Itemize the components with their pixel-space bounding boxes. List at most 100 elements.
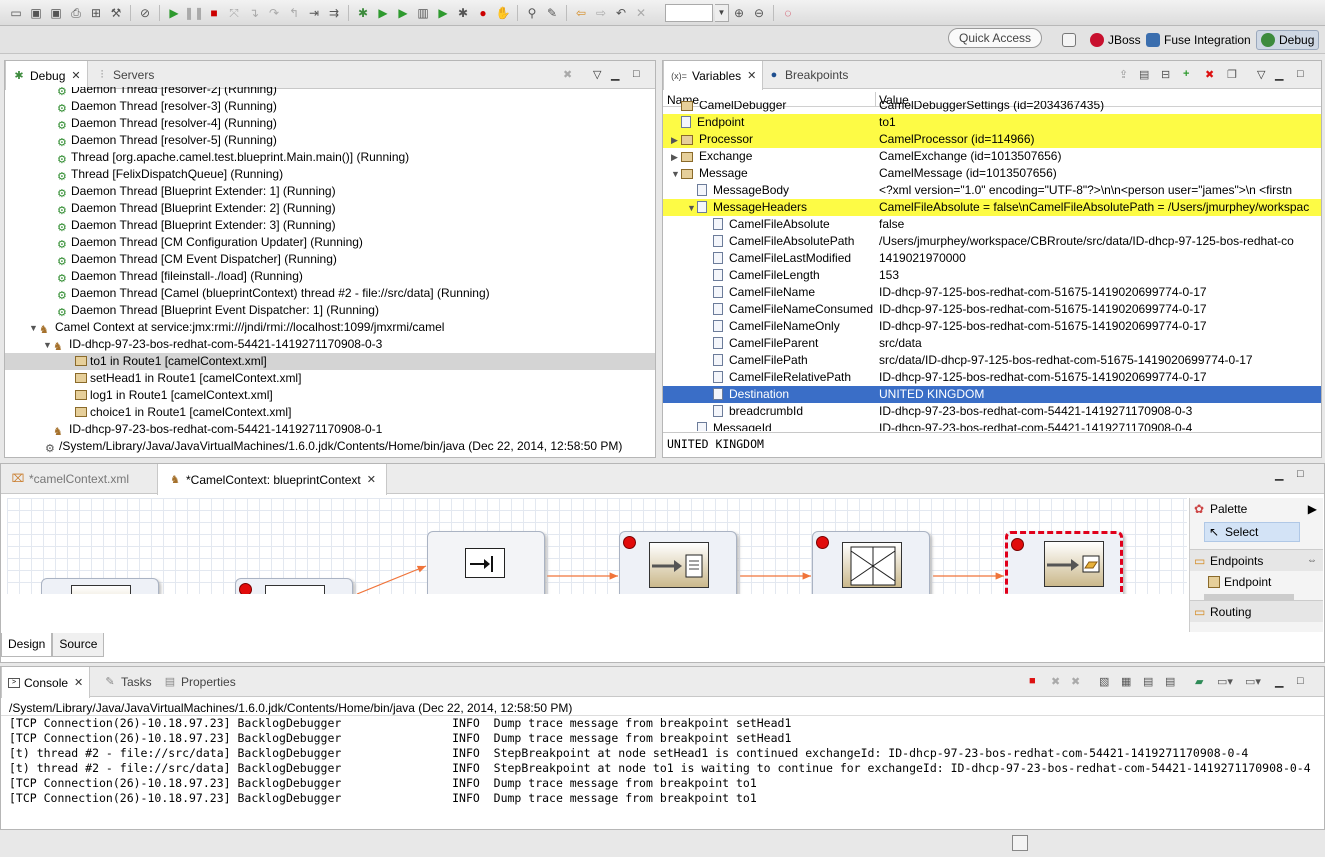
save-icon[interactable]: ▣ xyxy=(28,5,44,21)
show-logical-structure-icon[interactable]: ▤ xyxy=(1139,68,1149,81)
open-console-icon[interactable]: ▭▾ xyxy=(1245,675,1261,688)
search-icon[interactable]: ⚲ xyxy=(524,5,540,21)
add-icon[interactable]: + xyxy=(1183,68,1189,80)
maximize-icon[interactable]: □ xyxy=(633,68,640,80)
step-over-icon[interactable]: ↷ xyxy=(266,5,282,21)
back-icon[interactable]: ⇦ xyxy=(573,5,589,21)
run-server-icon[interactable]: ▶ xyxy=(435,5,451,21)
palette-header[interactable]: ✿ Palette ▶ xyxy=(1190,498,1323,520)
breakpoint-icon[interactable] xyxy=(239,583,252,594)
thread-item[interactable]: ⚙ Thread [org.apache.camel.test.blueprint… xyxy=(5,149,655,166)
close-icon[interactable]: ✕ xyxy=(74,676,83,689)
variable-row[interactable]: CamelFileAbsolute false xyxy=(663,216,1321,233)
pin-icon[interactable]: ✕ xyxy=(633,5,649,21)
minimize-icon[interactable]: ▁ xyxy=(1275,68,1283,81)
thread-item[interactable]: ⚙ Daemon Thread [Blueprint Extender: 3] (… xyxy=(5,217,655,234)
terminate-icon[interactable]: ■ xyxy=(206,5,222,21)
tab-servers[interactable]: ⫶ Servers xyxy=(89,61,160,89)
variable-row[interactable]: ▼ Message CamelMessage (id=1013507656) xyxy=(663,165,1321,182)
variable-detail-pane[interactable]: UNITED KINGDOM xyxy=(667,437,764,451)
breakpoint-node-item[interactable]: choice1 in Route1 [camelContext.xml] xyxy=(5,404,655,421)
quick-access-input[interactable]: Quick Access xyxy=(948,28,1042,48)
stop-server-icon[interactable]: ● xyxy=(475,5,491,21)
show-on-error-icon[interactable]: ▤ xyxy=(1165,675,1175,688)
forward-icon[interactable]: ⇨ xyxy=(593,5,609,21)
variable-row[interactable]: ▼ MessageHeaders CamelFileAbsolute = false… xyxy=(663,199,1321,216)
tab-camelcontext-blueprint[interactable]: ♞ *CamelContext: blueprintContext ✕ xyxy=(157,464,387,495)
maximize-icon[interactable]: □ xyxy=(1297,68,1304,80)
thread-item[interactable]: ⚙ Daemon Thread [Blueprint Event Dispatch… xyxy=(5,302,655,319)
expand-toggle-icon[interactable]: ▼ xyxy=(687,200,697,216)
annotation-icon[interactable]: ✎ xyxy=(544,5,560,21)
variable-row[interactable]: CamelFileName ID-dhcp-97-125-bos-redhat-c… xyxy=(663,284,1321,301)
tab-breakpoints[interactable]: ● Breakpoints xyxy=(761,61,854,89)
expand-toggle-icon[interactable]: ▶ xyxy=(671,132,681,148)
thread-item[interactable]: ⚙ Daemon Thread [Camel (blueprintContext)… xyxy=(5,285,655,302)
remove-launch-icon[interactable]: ✖ xyxy=(1051,675,1060,688)
palette-drawer-endpoints[interactable]: ▭ Endpoints ⇔ xyxy=(1190,549,1323,571)
route-node-partial[interactable] xyxy=(41,578,159,594)
collapse-palette-icon[interactable]: ▶ xyxy=(1308,498,1317,520)
perspective-jboss[interactable]: JBoss xyxy=(1090,30,1141,50)
process-item[interactable]: ⚙ /System/Library/Java/JavaVirtualMachine… xyxy=(5,438,655,455)
background-tasks-icon[interactable] xyxy=(1012,835,1028,851)
tab-debug[interactable]: ✱ Debug ✕ xyxy=(5,61,88,90)
terminate-icon[interactable]: ■ xyxy=(1029,675,1036,687)
resume-icon[interactable]: ▶ xyxy=(166,5,182,21)
thread-item[interactable]: ⚙ Daemon Thread [Blueprint Extender: 2] (… xyxy=(5,200,655,217)
close-icon[interactable]: ✕ xyxy=(367,473,376,486)
step-return-icon[interactable]: ↰ xyxy=(286,5,302,21)
variable-row[interactable]: CamelFileAbsolutePath/Users/jmurphey/wor… xyxy=(663,233,1321,250)
chevron-down-icon[interactable]: ▼ xyxy=(715,3,729,22)
tab-source[interactable]: Source xyxy=(52,633,105,657)
view-menu-icon[interactable]: ▽ xyxy=(593,68,601,81)
minimize-icon[interactable]: ▁ xyxy=(1275,468,1283,481)
thread-item[interactable]: ⚙ Daemon Thread [CM Event Dispatcher] (Ru… xyxy=(5,251,655,268)
tab-variables[interactable]: (x)= Variables ✕ xyxy=(663,61,764,90)
breakpoint-node-item[interactable]: to1 in Route1 [camelContext.xml] xyxy=(5,353,655,370)
thread-item[interactable]: ⚙ Thread [FelixDispatchQueue] (Running) xyxy=(5,166,655,183)
variable-row[interactable]: breadcrumbId ID-dhcp-97-23-bos-redhat-com… xyxy=(663,403,1321,420)
expand-open-icon[interactable]: ▼ xyxy=(29,320,39,336)
thread-item[interactable]: ⚙ Daemon Thread [Blueprint Extender: 1] (… xyxy=(5,183,655,200)
variable-row[interactable]: CamelFilePath src/data/ID-dhcp-97-125-bos… xyxy=(663,352,1321,369)
debug-icon[interactable]: ✱ xyxy=(355,5,371,21)
variable-row[interactable]: ▶ Processor CamelProcessor (id=114966) xyxy=(663,131,1321,148)
minimize-icon[interactable]: ▁ xyxy=(611,68,619,81)
expand-toggle-icon[interactable]: ▼ xyxy=(671,166,681,182)
expand-open-icon[interactable]: ▼ xyxy=(43,337,53,353)
thread-item[interactable]: ⚙ Daemon Thread [resolver-5] (Running) xyxy=(5,132,655,149)
external-tools-icon[interactable]: ▶ xyxy=(395,5,411,21)
tab-tasks[interactable]: ✎ Tasks xyxy=(97,667,158,697)
minimize-icon[interactable]: ▁ xyxy=(1275,675,1283,688)
step-into-icon[interactable]: ↴ xyxy=(246,5,262,21)
maximize-icon[interactable]: □ xyxy=(1297,675,1304,687)
thread-item[interactable]: ⚙ Daemon Thread [resolver-2] (Running) xyxy=(5,87,655,98)
skip-breakpoints-icon[interactable]: ⊘ xyxy=(137,5,153,21)
drawer-toggle-icon[interactable]: ⇔ xyxy=(1307,550,1317,572)
route-diagram-canvas[interactable]: when1 log1 setHead1 xyxy=(7,498,1187,594)
variable-row[interactable]: CamelFileNameConsumed ID-dhcp-97-125-bos-… xyxy=(663,301,1321,318)
variable-row[interactable]: ▶ Exchange CamelExchange (id=1013507656) xyxy=(663,148,1321,165)
variable-row[interactable]: Endpoint to1 xyxy=(663,114,1321,131)
publish-icon[interactable]: ✋ xyxy=(495,5,511,21)
tab-camelcontext-xml[interactable]: ⌧ *camelContext.xml xyxy=(1,464,139,494)
close-icon[interactable]: ✕ xyxy=(71,69,80,82)
drop-to-frame-icon[interactable]: ⇥ xyxy=(306,5,322,21)
save-all-icon[interactable]: ▣ xyxy=(48,5,64,21)
run-icon[interactable]: ▶ xyxy=(375,5,391,21)
zoom-in-icon[interactable]: ⊕ xyxy=(731,5,747,21)
route-node-choice[interactable] xyxy=(235,578,353,594)
palette-drawer-routing[interactable]: ▭ Routing xyxy=(1190,600,1323,622)
perspective-debug[interactable]: Debug xyxy=(1256,30,1320,50)
connection-choice-when1[interactable] xyxy=(356,565,427,594)
variable-row[interactable]: CamelFileNameOnly ID-dhcp-97-125-bos-redh… xyxy=(663,318,1321,335)
breakpoint-icon[interactable] xyxy=(816,536,829,549)
zoom-out-icon[interactable]: ⊖ xyxy=(751,5,767,21)
close-icon[interactable]: ✕ xyxy=(747,69,756,82)
breakpoint-node-item[interactable]: setHead1 in Route1 [camelContext.xml] xyxy=(5,370,655,387)
breakpoint-icon[interactable] xyxy=(623,536,636,549)
remove-all-icon[interactable]: ✖ xyxy=(1071,675,1080,688)
view-menu-icon[interactable]: ▽ xyxy=(1257,68,1265,81)
variable-row[interactable]: MessageBody <?xml version="1.0" encoding=… xyxy=(663,182,1321,199)
